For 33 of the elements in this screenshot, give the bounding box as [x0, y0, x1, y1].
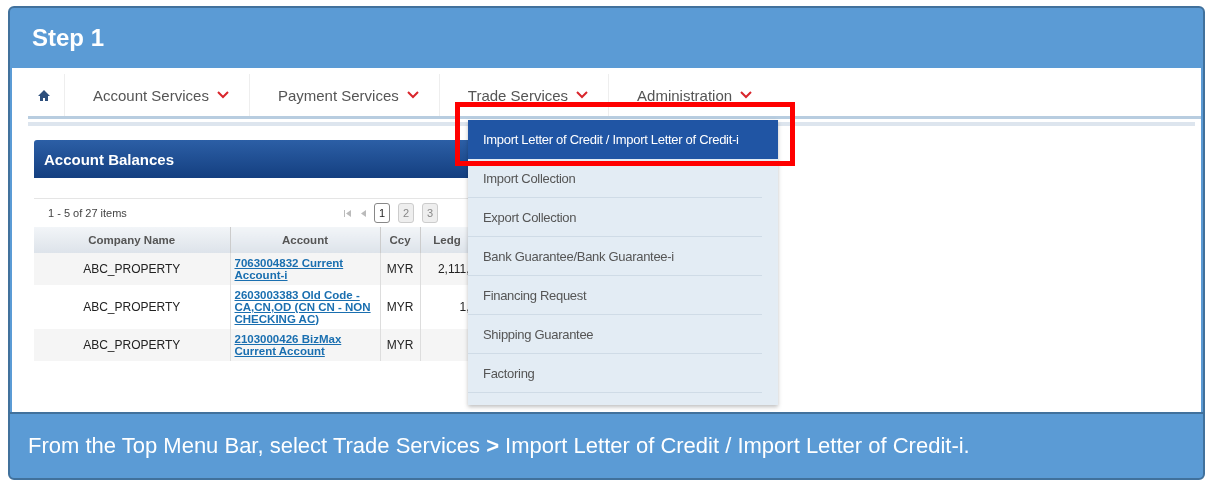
page-button[interactable]: 1	[374, 203, 390, 223]
menu-item[interactable]: Import Collection	[468, 159, 762, 198]
column-header: Account	[230, 227, 380, 253]
chevron-down-icon	[406, 91, 419, 99]
nav-menu-item[interactable]: Trade Services	[438, 74, 609, 116]
items-summary: 1 - 5 of 27 items	[48, 207, 128, 219]
home-icon[interactable]	[38, 89, 50, 101]
menu-item[interactable]: Factoring	[468, 354, 762, 393]
table-cell: 2,111,	[437, 262, 470, 276]
nav-menu-item[interactable]: Account Services	[64, 74, 249, 116]
nav-menu-item[interactable]: Administration	[608, 74, 773, 116]
chevron-down-icon	[576, 91, 589, 99]
table-cell: 1,	[459, 300, 470, 314]
previous-page-icon[interactable]	[361, 209, 366, 217]
menu-item[interactable]: Import Letter of Credit / Import Letter of Credit-i	[468, 120, 778, 159]
column-header: Ccy	[380, 227, 420, 253]
menu-item[interactable]: Financing Request	[468, 276, 762, 315]
table-cell: ABC_PROPERTY	[83, 338, 181, 352]
nav-menu-item[interactable]: Payment Services	[248, 74, 439, 116]
menu-item[interactable]: Bank Guarantee/Bank Guarantee-i	[468, 237, 762, 276]
menu-item[interactable]: Shipping Guarantee	[468, 315, 762, 354]
instruction-text: From the Top Menu Bar, select Trade Services > Import Letter of Credit / Import Letter of Credit-i.	[10, 412, 1203, 478]
chevron-down-icon	[740, 91, 753, 99]
first-page-icon[interactable]	[344, 209, 351, 217]
chevron-down-icon	[216, 91, 229, 99]
table-cell: ABC_PROPERTY	[83, 262, 181, 276]
menu-item[interactable]: Export Collection	[468, 198, 762, 237]
step-title: Step 1	[31, 23, 106, 53]
table-cell: MYR	[386, 338, 414, 352]
table-cell: MYR	[386, 262, 414, 276]
table-cell: ABC_PROPERTY	[83, 300, 181, 314]
column-header: Company Name	[34, 227, 230, 253]
table-cell: MYR	[386, 300, 414, 314]
